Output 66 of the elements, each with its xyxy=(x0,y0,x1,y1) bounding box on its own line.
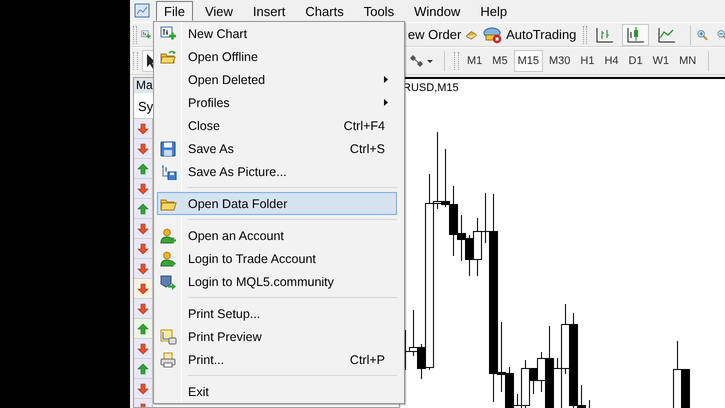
up-arrow-icon xyxy=(137,322,149,334)
menu-item[interactable]: Window xyxy=(406,1,468,21)
menu-item[interactable]: Close Ctrl+F4 xyxy=(157,114,397,137)
menu-item[interactable]: Open Data Folder xyxy=(157,192,397,215)
candlestick xyxy=(409,310,418,356)
new-order-button[interactable]: ew Order xyxy=(406,24,462,46)
shapes-caret-icon xyxy=(408,54,434,68)
down-arrow-icon xyxy=(137,242,149,254)
candlestick xyxy=(473,218,482,276)
menu-item[interactable]: Help xyxy=(472,1,516,21)
bar-chart-icon xyxy=(595,26,614,43)
timeframe-button[interactable]: M1 xyxy=(463,50,486,72)
timeframe-button[interactable]: H4 xyxy=(600,50,622,72)
down-arrow-icon xyxy=(137,182,149,194)
menu-item[interactable]: New Chart xyxy=(157,22,397,45)
menu-item[interactable]: Tools xyxy=(356,1,402,21)
menu-item[interactable]: Print Setup... xyxy=(157,302,397,325)
menu-item[interactable]: Exit xyxy=(157,380,397,403)
autotrading-button[interactable]: AutoTrading xyxy=(479,24,580,46)
timeframe-button[interactable]: M5 xyxy=(488,50,512,72)
person-plus-icon xyxy=(160,228,176,244)
page-preview-icon xyxy=(160,328,176,344)
menu-item[interactable]: Save As Picture... xyxy=(157,160,397,183)
candlestick-chart-icon xyxy=(626,26,646,43)
menu-item[interactable]: Save As Ctrl+S xyxy=(157,137,397,160)
down-arrow-icon xyxy=(137,122,149,134)
down-arrow-icon xyxy=(137,142,149,154)
menu-item[interactable]: Open Offline xyxy=(157,45,397,68)
folder-arrow-icon xyxy=(160,48,176,64)
menu-item[interactable]: Print Preview xyxy=(157,325,397,348)
person-arrow-icon xyxy=(160,250,176,266)
shield-arrow-icon xyxy=(160,274,176,290)
timeframe-button[interactable]: M15 xyxy=(514,50,543,72)
robot-hat-icon xyxy=(483,26,504,44)
timeframe-button[interactable]: M30 xyxy=(544,50,574,72)
candlestick xyxy=(465,234,474,276)
menu-item[interactable]: Print... Ctrl+P xyxy=(157,348,397,371)
up-arrow-icon xyxy=(137,162,149,174)
chart-type-button[interactable] xyxy=(622,24,650,46)
down-arrow-icon xyxy=(137,222,149,234)
app-icon[interactable] xyxy=(134,3,150,19)
down-arrow-icon xyxy=(137,382,149,394)
menu-item[interactable]: Login to MQL5.community xyxy=(157,270,397,293)
chart-plus-icon xyxy=(160,26,176,42)
line-chart-icon xyxy=(657,26,676,43)
menu-item[interactable]: Profiles xyxy=(157,91,397,114)
timeframe-button[interactable]: W1 xyxy=(648,50,674,72)
chart-floppy-icon xyxy=(160,164,176,180)
up-arrow-icon xyxy=(137,202,149,214)
up-arrow-icon xyxy=(137,362,149,374)
timeframe-button[interactable]: MN xyxy=(675,50,700,72)
down-arrow-icon xyxy=(137,302,149,314)
timeframe-button[interactable]: H1 xyxy=(576,50,598,72)
down-arrow-icon xyxy=(137,342,149,354)
menu-item[interactable]: Open an Account xyxy=(157,224,397,247)
printer-icon xyxy=(160,352,176,368)
menu-item[interactable]: Charts xyxy=(297,1,352,21)
candlestick xyxy=(441,148,450,208)
cursor-icon xyxy=(146,53,156,69)
down-arrow-icon xyxy=(137,282,149,294)
menu-item[interactable]: File xyxy=(156,1,193,21)
menu-item[interactable]: View xyxy=(196,1,241,21)
down-arrow-icon xyxy=(137,262,149,274)
menu-item[interactable]: Login to Trade Account xyxy=(157,247,397,270)
timeframe-button[interactable]: D1 xyxy=(624,50,647,72)
menu-item[interactable]: Insert xyxy=(244,1,294,21)
